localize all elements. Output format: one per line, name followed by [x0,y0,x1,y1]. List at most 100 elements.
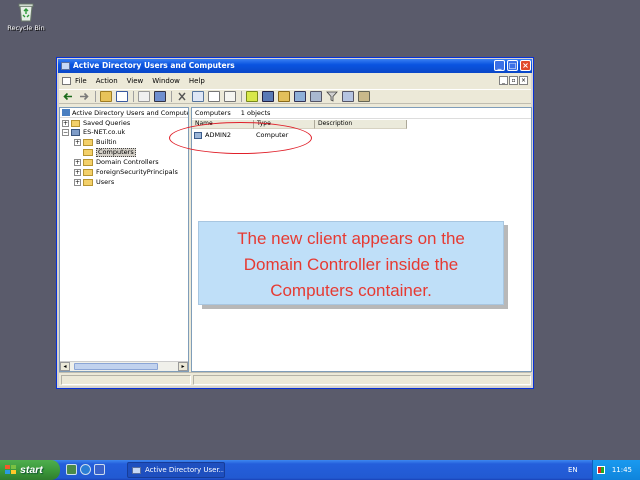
folder-icon [83,169,93,176]
scroll-thumb[interactable] [74,363,158,370]
tree-item-users[interactable]: + Users [74,178,184,187]
tree-item-builtin[interactable]: + Builtin [74,138,184,147]
toolbar-separator [241,91,242,102]
find-icon[interactable] [342,91,354,102]
up-folder-icon[interactable] [100,91,112,102]
window-titlebar[interactable]: Active Directory Users and Computers _ □… [58,59,532,73]
status-bar [59,372,531,386]
tree-item-label: Saved Queries [83,119,131,127]
copy-icon[interactable] [138,91,150,102]
tree-root-label: Active Directory Users and Computers [72,109,188,117]
mdi-minimize-button[interactable]: _ [499,76,508,85]
taskbar: start Active Directory User... EN 11:45 [0,460,640,480]
tree-item-domain-controllers[interactable]: + Domain Controllers [74,158,184,167]
aduc-app-icon [132,467,141,474]
aduc-app-icon [61,62,70,70]
column-header-description[interactable]: Description [315,120,407,129]
menu-view[interactable]: View [127,77,144,85]
details-title-bar: Computers 1 objects [192,108,531,119]
status-cell-right [193,375,531,385]
callout-line-3: Computers container. [270,281,432,300]
tutorial-callout: The new client appears on the Domain Con… [198,221,504,305]
menu-file[interactable]: File [75,77,87,85]
folder-open-icon [83,149,93,156]
callout-line-1: The new client appears on the [237,229,465,248]
back-arrow-icon[interactable] [62,91,74,102]
callout-line-2: Domain Controller inside the [243,255,459,274]
expand-icon[interactable]: + [74,159,81,166]
minimize-button[interactable]: _ [494,60,505,71]
expand-icon[interactable]: + [74,169,81,176]
collapse-icon[interactable]: − [62,129,69,136]
tree-item-domain[interactable]: − ES-NET.co.uk [62,128,182,137]
toolbar [59,89,531,104]
cut-icon[interactable] [154,91,166,102]
expand-icon[interactable]: + [62,120,69,127]
help-icon[interactable] [246,91,258,102]
delegate-icon[interactable] [358,91,370,102]
tree-item-label: Computers [96,148,136,157]
tree-item-label: Builtin [96,138,117,146]
forward-arrow-icon[interactable] [78,91,90,102]
recycle-bin-shortcut[interactable]: Recycle Bin [6,2,46,32]
filter-icon[interactable] [326,91,338,102]
export-list-icon[interactable] [224,91,236,102]
refresh-icon[interactable] [208,91,220,102]
folder-icon [83,139,93,146]
details-title: Computers [195,109,231,117]
tree-item-computers[interactable]: Computers [74,148,184,157]
tree-item-label: ES-NET.co.uk [83,128,126,136]
windows-flag-icon [5,465,16,475]
toolbar-separator [133,91,134,102]
highlight-ellipse [169,122,312,154]
clock[interactable]: 11:45 [612,466,632,474]
internet-explorer-icon[interactable] [80,464,91,475]
recycle-bin-label: Recycle Bin [7,24,45,32]
new-group-icon[interactable] [278,91,290,102]
mdi-restore-button[interactable]: ▫ [509,76,518,85]
console-icon[interactable] [62,77,71,85]
console-tree: Active Directory Users and Computers + S… [59,107,189,372]
tree-item-label: Users [96,178,115,186]
network-tray-icon[interactable] [597,466,605,474]
tree-root[interactable]: Active Directory Users and Computers [60,108,188,118]
tree-item-label: ForeignSecurityPrincipals [96,168,178,176]
system-tray: 11:45 [592,460,640,480]
scroll-right-arrow-icon[interactable]: ▸ [178,362,188,371]
tree-item-saved-queries[interactable]: + Saved Queries [62,119,182,128]
properties-icon[interactable] [192,91,204,102]
new-ou-icon[interactable] [294,91,306,102]
mdi-close-button[interactable]: × [519,76,528,85]
show-desktop-icon[interactable] [66,464,77,475]
add-to-group-icon[interactable] [310,91,322,102]
maximize-button[interactable]: □ [507,60,518,71]
folder-icon [71,120,80,127]
language-indicator[interactable]: EN [568,460,578,480]
start-label: start [20,464,43,476]
folder-icon [83,159,93,166]
domain-icon [71,129,80,136]
toolbar-separator [171,91,172,102]
media-player-icon[interactable] [94,464,105,475]
tree-item-foreign-security-principals[interactable]: + ForeignSecurityPrincipals [74,168,188,177]
tree-item-label: Domain Controllers [96,158,159,166]
status-cell-left [61,375,191,385]
close-button[interactable]: × [520,60,531,71]
menu-bar: File Action View Window Help _ ▫ × [59,75,531,87]
delete-icon[interactable] [176,91,188,102]
show-tree-icon[interactable] [116,91,128,102]
scroll-left-arrow-icon[interactable]: ◂ [60,362,70,371]
window-title: Active Directory Users and Computers [73,61,235,70]
menu-action[interactable]: Action [96,77,118,85]
taskbar-button-aduc[interactable]: Active Directory User... [127,462,225,478]
start-button[interactable]: start [0,460,60,480]
new-user-icon[interactable] [262,91,274,102]
expand-icon[interactable]: + [74,179,81,186]
object-count: 1 objects [240,109,271,117]
expand-icon[interactable]: + [74,139,81,146]
aduc-root-icon [62,109,70,116]
taskbar-button-label: Active Directory User... [145,466,225,474]
menu-window[interactable]: Window [152,77,180,85]
menu-help[interactable]: Help [189,77,205,85]
tree-horizontal-scrollbar[interactable]: ◂ ▸ [60,361,188,371]
